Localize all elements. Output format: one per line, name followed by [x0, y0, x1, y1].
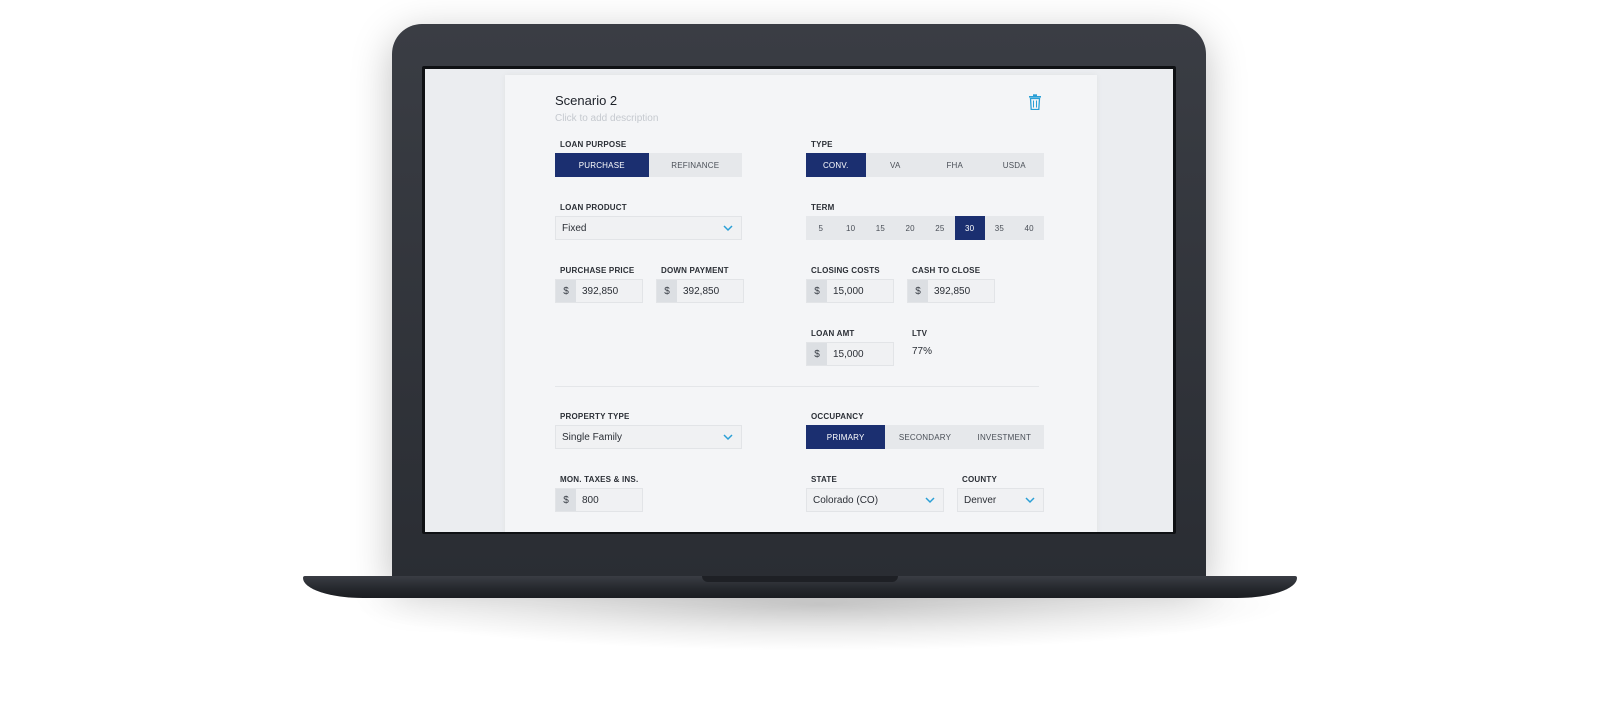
- taxes-value: 800: [582, 494, 599, 506]
- loan-product-label: LOAN PRODUCT: [560, 203, 627, 212]
- scenario-title[interactable]: Scenario 2: [555, 93, 617, 108]
- type-label: TYPE: [811, 140, 833, 149]
- state-select[interactable]: Colorado (CO): [806, 488, 944, 512]
- loan-purpose-refinance[interactable]: REFINANCE: [649, 153, 743, 177]
- scenario-description[interactable]: Click to add description: [555, 113, 658, 124]
- chevron-down-icon: [723, 434, 733, 441]
- currency-symbol: $: [556, 280, 576, 302]
- currency-symbol: $: [657, 280, 677, 302]
- chevron-down-icon: [723, 225, 733, 232]
- type-usda[interactable]: USDA: [985, 153, 1045, 177]
- term-30[interactable]: 30: [954, 216, 985, 240]
- term-15[interactable]: 15: [866, 216, 896, 240]
- loan-purpose-purchase[interactable]: PURCHASE: [555, 153, 649, 177]
- loan-amt-label: LOAN AMT: [811, 329, 855, 338]
- state-label: STATE: [811, 475, 838, 484]
- currency-symbol: $: [807, 280, 827, 302]
- trash-icon[interactable]: [1028, 94, 1042, 110]
- chevron-down-icon: [1025, 497, 1035, 504]
- scenario-card: Scenario 2 Click to add description LOAN…: [505, 75, 1097, 532]
- occupancy-secondary[interactable]: SECONDARY: [885, 425, 964, 449]
- section-divider: [555, 386, 1039, 387]
- taxes-label: MON. TAXES & INS.: [560, 475, 639, 484]
- purchase-price-label: PURCHASE PRICE: [560, 266, 635, 275]
- term-toggle: 5 10 15 20 25 30 35 40: [806, 216, 1044, 240]
- occupancy-investment[interactable]: INVESTMENT: [965, 425, 1044, 449]
- type-fha[interactable]: FHA: [925, 153, 985, 177]
- purchase-price-field[interactable]: $ 392,850: [555, 279, 643, 303]
- term-20[interactable]: 20: [895, 216, 925, 240]
- occupancy-label: OCCUPANCY: [811, 412, 864, 421]
- closing-costs-field[interactable]: $ 15,000: [806, 279, 894, 303]
- down-payment-label: DOWN PAYMENT: [661, 266, 729, 275]
- down-payment-field[interactable]: $ 392,850: [656, 279, 744, 303]
- cash-to-close-field[interactable]: $ 392,850: [907, 279, 995, 303]
- property-type-select[interactable]: Single Family: [555, 425, 742, 449]
- taxes-field[interactable]: $ 800: [555, 488, 643, 512]
- cash-to-close-value: 392,850: [934, 285, 971, 297]
- term-label: TERM: [811, 203, 835, 212]
- loan-product-select[interactable]: Fixed: [555, 216, 742, 240]
- cash-to-close-label: CASH TO CLOSE: [912, 266, 981, 275]
- currency-symbol: $: [807, 343, 827, 365]
- property-type-value: Single Family: [562, 431, 623, 443]
- currency-symbol: $: [908, 280, 928, 302]
- county-label: COUNTY: [962, 475, 997, 484]
- laptop-notch: [702, 576, 898, 582]
- chevron-down-icon: [925, 497, 935, 504]
- county-value: Denver: [964, 494, 997, 506]
- loan-amt-field[interactable]: $ 15,000: [806, 342, 894, 366]
- app-display: Scenario 2 Click to add description LOAN…: [425, 69, 1173, 532]
- closing-costs-label: CLOSING COSTS: [811, 266, 880, 275]
- loan-amt-value: 15,000: [833, 348, 864, 360]
- term-35[interactable]: 35: [985, 216, 1015, 240]
- term-10[interactable]: 10: [836, 216, 866, 240]
- type-va[interactable]: VA: [866, 153, 926, 177]
- currency-symbol: $: [556, 489, 576, 511]
- term-5[interactable]: 5: [806, 216, 836, 240]
- occupancy-toggle: PRIMARY SECONDARY INVESTMENT: [806, 425, 1044, 449]
- type-toggle: CONV. VA FHA USDA: [806, 153, 1044, 177]
- ltv-value: 77%: [912, 346, 933, 357]
- state-value: Colorado (CO): [813, 494, 879, 506]
- term-25[interactable]: 25: [925, 216, 955, 240]
- county-select[interactable]: Denver: [957, 488, 1044, 512]
- term-40[interactable]: 40: [1014, 216, 1044, 240]
- down-payment-value: 392,850: [683, 285, 720, 297]
- ltv-label: LTV: [912, 329, 928, 338]
- property-type-label: PROPERTY TYPE: [560, 412, 630, 421]
- type-conv[interactable]: CONV.: [806, 153, 866, 177]
- closing-costs-value: 15,000: [833, 285, 864, 297]
- loan-purpose-toggle: PURCHASE REFINANCE: [555, 153, 742, 177]
- occupancy-primary[interactable]: PRIMARY: [806, 425, 886, 449]
- purchase-price-value: 392,850: [582, 285, 619, 297]
- loan-product-value: Fixed: [562, 222, 587, 234]
- loan-purpose-label: LOAN PURPOSE: [560, 140, 627, 149]
